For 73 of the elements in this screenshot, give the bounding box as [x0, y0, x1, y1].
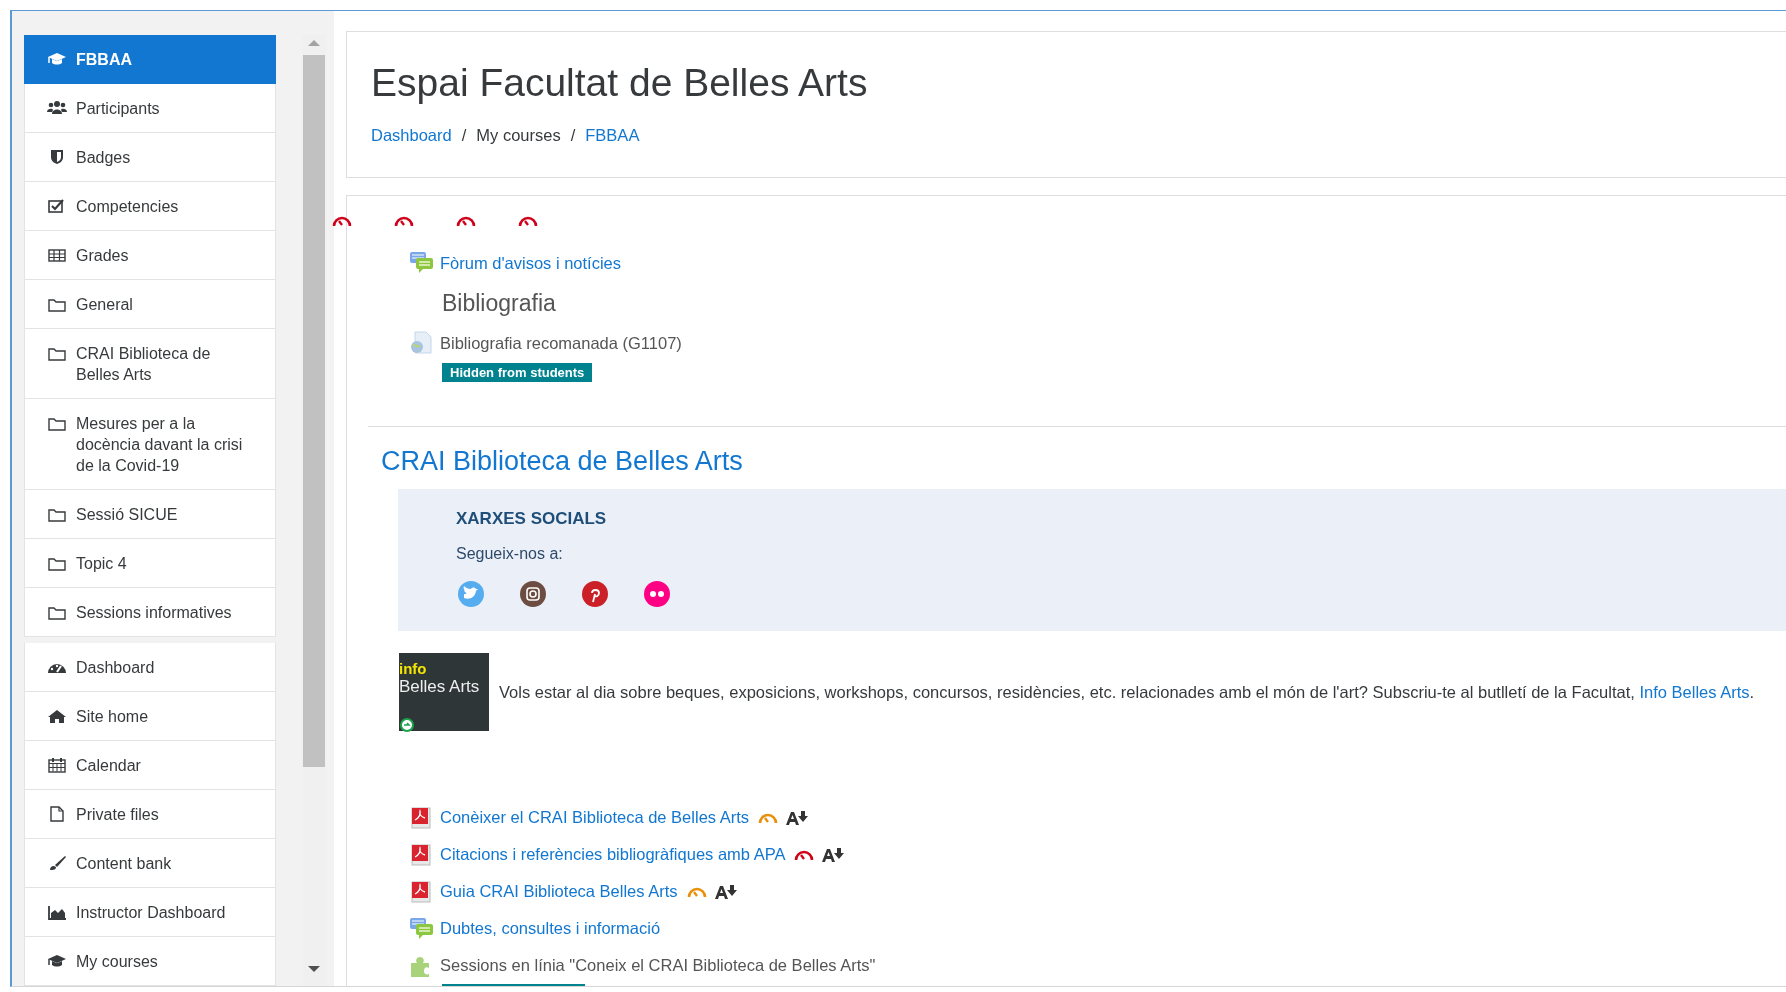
page-title: Espai Facultat de Belles Arts — [371, 60, 869, 106]
nav-item[interactable]: FBBAA — [24, 35, 276, 84]
nav-item[interactable]: Badges — [24, 133, 276, 182]
social-subtitle: Segueix-nos a: — [456, 545, 564, 563]
subsection-heading: Bibliografia — [441, 289, 556, 318]
nav-item[interactable]: Calendar — [24, 741, 276, 790]
breadcrumb-separator: / — [461, 126, 467, 145]
file-icon — [47, 806, 67, 822]
nav-item[interactable]: Instructor Dashboard — [24, 888, 276, 937]
area-chart-icon — [47, 904, 67, 920]
graduation-cap-icon — [47, 51, 67, 67]
brush-icon — [47, 855, 67, 871]
graduation-cap-icon — [47, 953, 67, 969]
nav-item[interactable]: Topic 4 — [24, 539, 276, 588]
activity-link[interactable]: Dubtes, consultes i informació — [440, 919, 661, 938]
checkbox-icon — [47, 198, 67, 214]
nav-item[interactable]: Grades — [24, 231, 276, 280]
gauge-icon — [332, 214, 352, 227]
info-paragraph: Vols estar al dia sobre beques, exposicions, workshops, concursos, residències, etc. relacionades amb el món de l'art? Subscriu-te al butlletí de la Facultat, Info Belles Arts. — [499, 682, 1755, 702]
nav-item[interactable]: Dashboard — [24, 643, 276, 692]
text-download-icon[interactable] — [713, 883, 738, 900]
breadcrumb-link[interactable]: Dashboard — [371, 126, 452, 145]
activity-link[interactable]: Fòrum d'avisos i notícies — [440, 253, 622, 273]
nav-item[interactable]: Site home — [24, 692, 276, 741]
folder-icon — [47, 604, 67, 620]
gauge-icon — [394, 214, 414, 227]
folder-icon — [47, 296, 67, 312]
calendar-icon — [47, 757, 67, 773]
table-icon — [47, 247, 67, 263]
activity-name[interactable]: Bibliografia recomanada (G1107) — [440, 333, 682, 353]
two-dots-icon[interactable] — [642, 579, 672, 609]
pdf-file-icon — [409, 879, 433, 904]
hidden-badge: Hidden from students — [442, 363, 593, 382]
nav-item[interactable]: CRAI Biblioteca de Belles Arts — [24, 329, 276, 399]
nav-item[interactable]: General — [24, 280, 276, 329]
logo-text: info — [399, 661, 427, 677]
nav-item[interactable]: Sessió SICUE — [24, 490, 276, 539]
breadcrumb-item: My courses — [476, 126, 561, 145]
folder-icon — [47, 345, 67, 361]
pin-letter-icon[interactable] — [580, 579, 610, 609]
section-title[interactable]: CRAI Biblioteca de Belles Arts — [381, 443, 1786, 479]
folder-icon — [47, 415, 67, 431]
forum-icon — [409, 251, 433, 275]
nav-item[interactable]: Competencies — [24, 182, 276, 231]
text-download-icon[interactable] — [785, 809, 810, 826]
gauge-icon — [456, 214, 476, 227]
nav-item[interactable]: Private files — [24, 790, 276, 839]
pdf-file-icon — [409, 805, 433, 830]
newsletter-logo[interactable]: info Belles Arts — [399, 653, 489, 731]
newsletter-link[interactable]: Info Belles Arts — [1639, 682, 1750, 701]
nav-item[interactable]: Mesures per a la docència davant la crisi de la Covid-19 — [24, 399, 276, 490]
breadcrumb-link[interactable]: FBBAA — [585, 126, 640, 145]
activity-link[interactable]: Conèixer el CRAI Biblioteca de Belles Arts — [440, 808, 750, 827]
pdf-file-icon — [409, 842, 433, 867]
folder-icon — [47, 506, 67, 522]
forum-icon — [409, 916, 433, 941]
nav-item[interactable]: My courses — [24, 937, 276, 986]
logo-text: Belles Arts — [399, 677, 480, 697]
breadcrumb-separator: / — [570, 126, 576, 145]
camera-icon[interactable] — [518, 579, 548, 609]
activity-link[interactable]: Guia CRAI Biblioteca Belles Arts — [440, 882, 678, 901]
nav-item[interactable]: Content bank — [24, 839, 276, 888]
activity-link[interactable]: Citacions i referències bibliogràfiques amb APA — [440, 845, 786, 864]
social-heading: XARXES SOCIALS — [456, 509, 608, 529]
nav-item[interactable]: Sessions informatives — [24, 588, 276, 637]
home-icon — [47, 708, 67, 724]
web-page-icon — [409, 331, 433, 355]
text-download-icon[interactable] — [821, 846, 846, 863]
activity-name[interactable]: Sessions en línia "Coneix el CRAI Biblioteca de Belles Arts" — [440, 956, 876, 975]
nav-item[interactable]: Participants — [24, 84, 276, 133]
folder-icon — [47, 555, 67, 571]
users-icon — [47, 100, 67, 116]
gauge-icon — [518, 214, 538, 227]
